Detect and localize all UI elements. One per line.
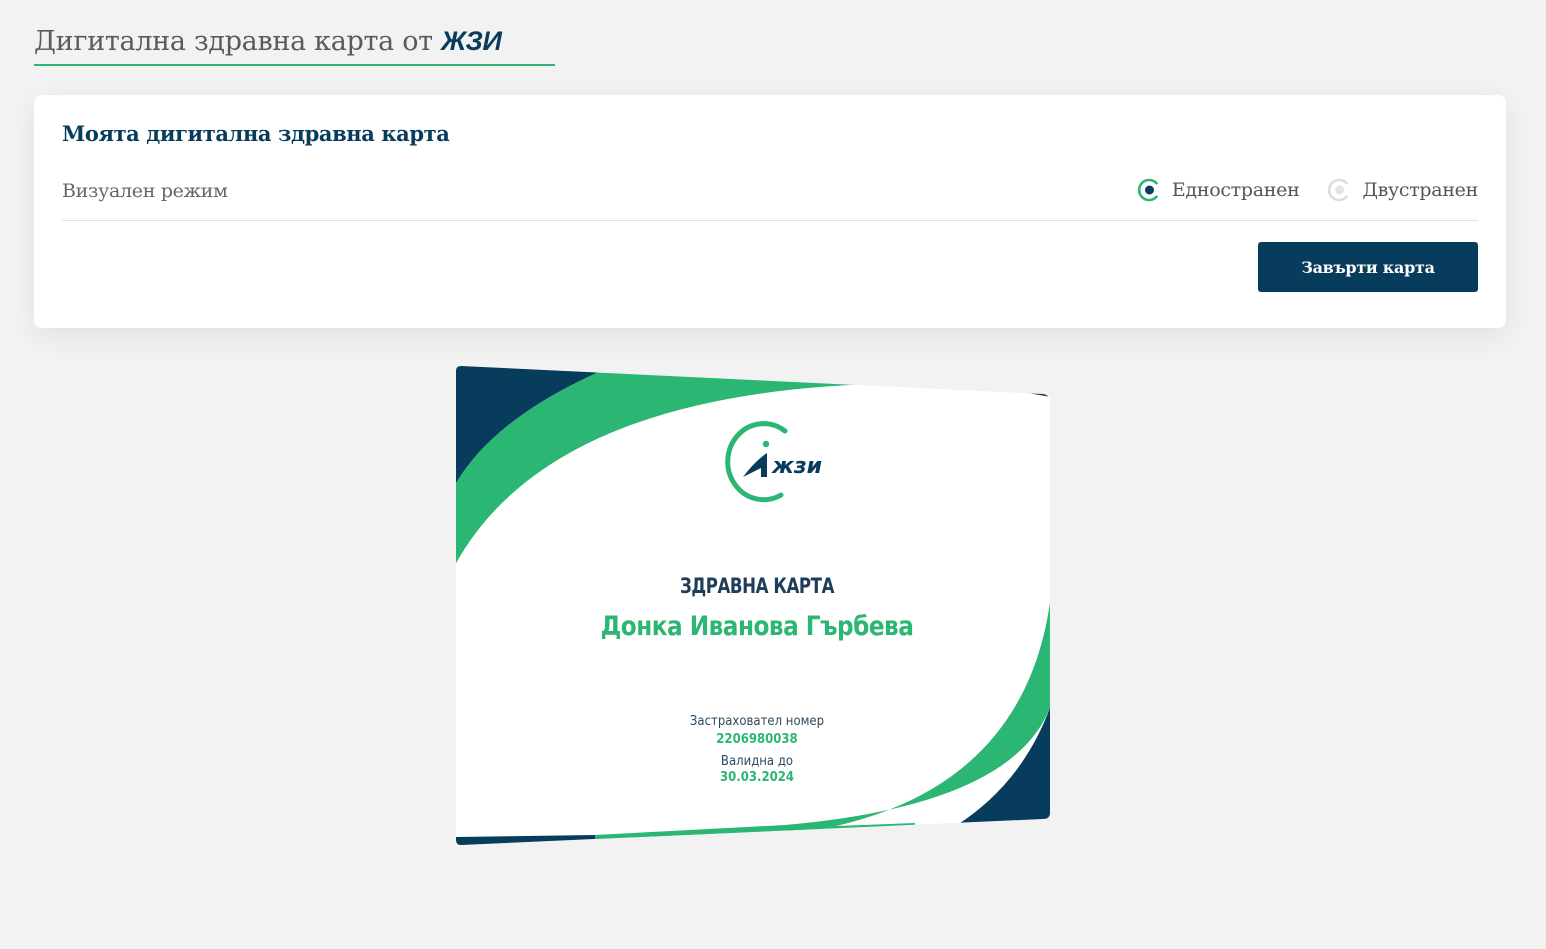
radio-single-sided[interactable]: Едностранен xyxy=(1137,178,1300,202)
radio-double-sided[interactable]: Двустранен xyxy=(1327,178,1478,202)
card-settings-panel: Моята дигитална здравна карта Визуален р… xyxy=(34,95,1506,328)
valid-until-value: 30.03.2024 xyxy=(719,770,795,785)
page-title: Дигитална здравна карта от ЖЗИ xyxy=(34,22,555,61)
insurance-number-label: Застраховател номер xyxy=(689,714,825,729)
rotate-card-button[interactable]: Завърти карта xyxy=(1258,242,1478,292)
card-title: ЗДРАВНА КАРТА xyxy=(679,574,835,598)
visual-mode-radio-group: Едностранен Двустранен xyxy=(1109,178,1478,202)
health-card: жзи ЗДРАВНА КАРТА Донка Иванова Гърбева … xyxy=(455,365,1051,847)
insurance-number-value: 2206980038 xyxy=(716,732,798,747)
panel-title: Моята дигитална здравна карта xyxy=(62,121,450,146)
valid-until-label: Валидна до xyxy=(720,754,794,769)
visual-mode-row: Визуален режим Едностранен Двустранен xyxy=(62,172,1478,221)
page-header: Дигитална здравна карта от ЖЗИ xyxy=(34,22,555,66)
radio-selected-icon xyxy=(1137,178,1161,202)
page-title-brand: ЖЗИ xyxy=(441,26,502,56)
card-holder-name: Донка Иванова Гърбева xyxy=(600,611,914,642)
page-title-text: Дигитална здравна карта от xyxy=(34,26,433,57)
radio-single-sided-label: Едностранен xyxy=(1171,179,1300,201)
visual-mode-label: Визуален режим xyxy=(62,180,228,202)
card-logo-text: жзи xyxy=(771,454,822,479)
radio-double-sided-label: Двустранен xyxy=(1362,179,1478,201)
radio-unselected-icon xyxy=(1327,178,1351,202)
